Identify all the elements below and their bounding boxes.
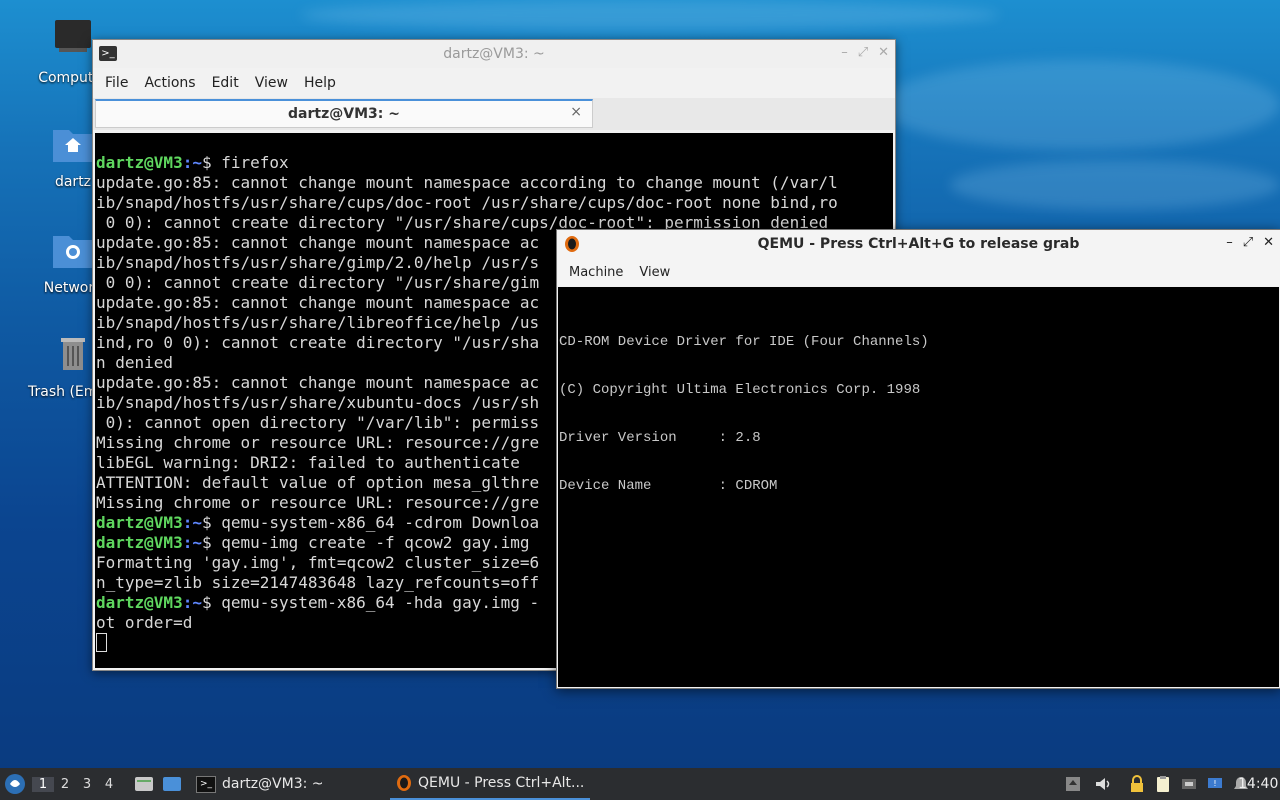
close-icon[interactable]: ✕ (878, 45, 889, 60)
output-text: ib/snapd/hostfs/usr/share/gimp/2.0/help … (96, 253, 540, 272)
qemu-menubar: Machine View (557, 258, 1280, 286)
terminal-tab[interactable]: dartz@VM3: ~ × (95, 99, 593, 128)
prompt-path: :~ (182, 533, 202, 552)
menu-machine[interactable]: Machine (561, 265, 631, 280)
output-text: 0): cannot open directory "/var/lib": pe… (96, 413, 540, 432)
output-text: ib/snapd/hostfs/usr/share/libreoffice/he… (96, 313, 540, 332)
prompt-symbol: $ (201, 153, 212, 172)
console-line: Device Name : CDROM (559, 478, 778, 494)
power-manager-icon[interactable] (1180, 775, 1198, 793)
text-cursor (96, 633, 107, 652)
output-text: ib/snapd/hostfs/usr/share/xubuntu-docs /… (96, 393, 540, 412)
task-label: QEMU - Press Ctrl+Alt... (418, 775, 585, 791)
output-text: update.go:85: cannot change mount namesp… (96, 233, 540, 252)
command-text: firefox (211, 153, 289, 172)
prompt-user: dartz@VM3 (96, 513, 183, 532)
terminal-tabbar: dartz@VM3: ~ × (93, 98, 895, 130)
prompt-path: :~ (182, 513, 202, 532)
window-title: dartz@VM3: ~ (443, 46, 545, 62)
command-text: qemu-system-x86_64 -hda gay.img - (211, 593, 540, 612)
terminal-line: ib/snapd/hostfs/usr/share/cups/doc-root … (96, 193, 838, 213)
menu-view[interactable]: View (247, 75, 296, 91)
prompt-path: :~ (182, 593, 202, 612)
prompt-path: :~ (182, 153, 202, 172)
terminal-titlebar[interactable]: >_ dartz@VM3: ~ – ⤢ ✕ (93, 40, 895, 68)
window-title: QEMU - Press Ctrl+Alt+G to release grab (757, 236, 1080, 252)
maximize-icon[interactable]: ⤢ (858, 45, 868, 60)
prompt-user: dartz@VM3 (96, 153, 183, 172)
terminal-line: update.go:85: cannot change mount namesp… (96, 173, 838, 193)
prompt-symbol: $ (201, 513, 212, 532)
maximize-icon[interactable]: ⤢ (1243, 235, 1253, 250)
prompt-symbol: $ (201, 533, 212, 552)
whisker-menu-button[interactable] (4, 768, 26, 800)
tab-close-icon[interactable]: × (570, 104, 582, 120)
close-icon[interactable]: ✕ (1263, 235, 1274, 250)
output-text: Missing chrome or resource URL: resource… (96, 433, 540, 452)
menu-help[interactable]: Help (296, 75, 344, 91)
workspace-2[interactable]: 2 (54, 777, 76, 792)
prompt-symbol: $ (201, 593, 212, 612)
workspace-3[interactable]: 3 (76, 777, 98, 792)
output-text: n_type=zlib size=2147483648 lazy_refcoun… (96, 573, 540, 592)
network-indicator-icon[interactable]: ! (1206, 775, 1224, 793)
volume-icon[interactable] (1094, 775, 1112, 793)
output-text: ATTENTION: default value of option mesa_… (96, 473, 540, 492)
output-text: update.go:85: cannot change mount namesp… (96, 373, 540, 392)
output-text: Missing chrome or resource URL: resource… (96, 493, 540, 512)
menu-edit[interactable]: Edit (204, 75, 247, 91)
home-folder-icon (53, 130, 93, 162)
output-text: ind,ro 0 0): cannot create directory "/u… (96, 333, 540, 352)
minimize-icon[interactable]: – (841, 45, 848, 60)
terminal-app-icon: >_ (196, 775, 216, 793)
menu-file[interactable]: File (97, 75, 136, 91)
task-label: dartz@VM3: ~ (222, 776, 324, 792)
qemu-display[interactable]: CD-ROM Device Driver for IDE (Four Chann… (558, 287, 1279, 687)
command-text: qemu-system-x86_64 -cdrom Downloa (211, 513, 540, 532)
command-text: qemu-img create -f qcow2 gay.img (211, 533, 530, 552)
xubuntu-menu-icon (5, 774, 25, 794)
workspace-1[interactable]: 1 (32, 776, 54, 792)
qemu-console-text: CD-ROM Device Driver for IDE (Four Chann… (559, 302, 929, 526)
output-text: libEGL warning: DRI2: failed to authenti… (96, 453, 520, 472)
clipboard-icon[interactable] (1154, 775, 1172, 793)
clock[interactable]: 14:40 (1238, 768, 1278, 800)
lock-icon[interactable] (1128, 775, 1146, 793)
output-text: ib/snapd/hostfs/usr/share/cups/doc-root … (96, 193, 838, 212)
terminal-line: dartz@VM3:~$ firefox (96, 153, 838, 173)
network-folder-icon (53, 236, 93, 268)
menu-actions[interactable]: Actions (136, 75, 203, 91)
prompt-user: dartz@VM3 (96, 533, 183, 552)
console-line: Driver Version : 2.8 (559, 430, 761, 446)
svg-text:!: ! (1213, 779, 1216, 788)
task-qemu[interactable]: QEMU - Press Ctrl+Alt... (390, 768, 591, 800)
output-text: Formatting 'gay.img', fmt=qcow2 cluster_… (96, 553, 540, 572)
workspace-4[interactable]: 4 (98, 777, 120, 792)
trash-icon (61, 338, 85, 370)
qemu-logo-icon (397, 775, 411, 791)
file-manager-launcher-icon[interactable] (134, 775, 154, 793)
output-text: n denied (96, 353, 174, 372)
output-text: ot order=d (96, 613, 193, 632)
taskbar: 1 2 3 4 >_ dartz@VM3: ~ QEMU - Press Ctr… (0, 768, 1280, 800)
qemu-titlebar[interactable]: QEMU - Press Ctrl+Alt+G to release grab … (557, 230, 1280, 258)
show-desktop-icon[interactable] (162, 775, 182, 793)
output-text: update.go:85: cannot change mount namesp… (96, 173, 838, 192)
eject-icon[interactable] (1064, 775, 1082, 793)
prompt-user: dartz@VM3 (96, 593, 183, 612)
output-text: update.go:85: cannot change mount namesp… (96, 293, 540, 312)
menu-view[interactable]: View (631, 265, 678, 280)
console-line: (C) Copyright Ultima Electronics Corp. 1… (559, 382, 921, 398)
tab-label: dartz@VM3: ~ (288, 106, 400, 122)
qemu-window[interactable]: QEMU - Press Ctrl+Alt+G to release grab … (556, 229, 1280, 689)
minimize-icon[interactable]: – (1226, 235, 1233, 250)
task-terminal[interactable]: >_ dartz@VM3: ~ (190, 769, 330, 799)
console-line: CD-ROM Device Driver for IDE (Four Chann… (559, 334, 929, 350)
computer-icon (55, 20, 91, 52)
output-text: 0 0): cannot create directory "/usr/shar… (96, 273, 540, 292)
terminal-menubar: File Actions Edit View Help (93, 68, 895, 98)
